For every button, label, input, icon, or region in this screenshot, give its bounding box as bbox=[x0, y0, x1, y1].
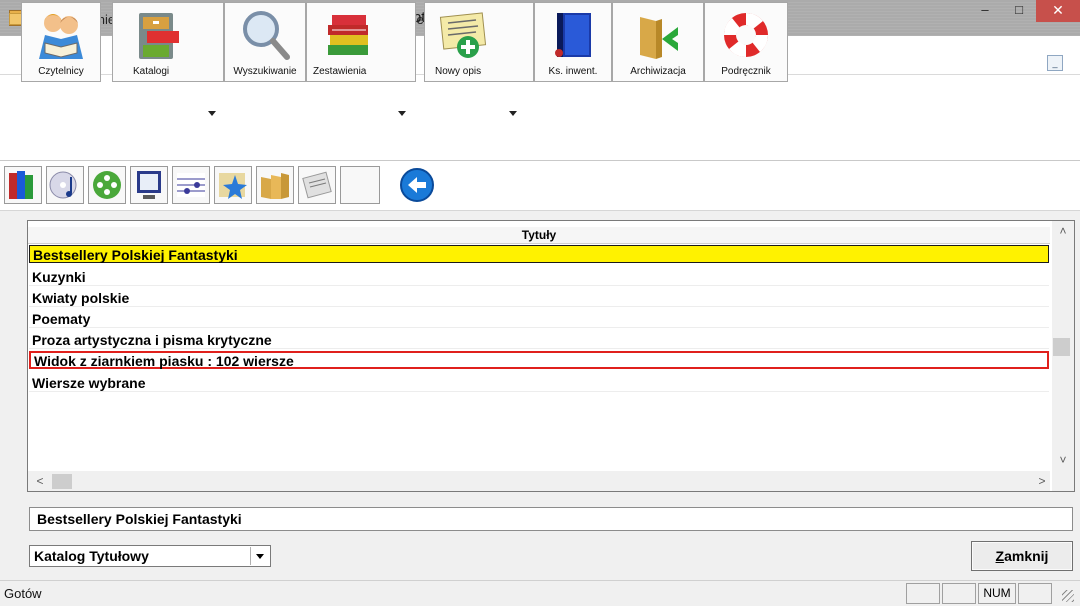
toolbar-button-podrecznik[interactable]: Podręcznik bbox=[704, 2, 788, 82]
list-item[interactable]: Poematy bbox=[29, 310, 1049, 328]
horizontal-scrollbar[interactable] bbox=[28, 471, 1050, 491]
newspaper-icon[interactable] bbox=[298, 166, 336, 204]
toolbar-label: Ks. inwent. bbox=[548, 66, 598, 77]
scroll-left-icon[interactable]: < bbox=[34, 474, 46, 488]
toolbar-label: Nowy opis bbox=[435, 66, 482, 77]
close-window-button[interactable]: ✕ bbox=[1036, 0, 1080, 22]
status-panel bbox=[942, 583, 976, 604]
restore-child-button[interactable]: _ bbox=[1047, 55, 1063, 71]
back-arrow-icon[interactable] bbox=[398, 166, 436, 204]
num-lock-indicator: NUM bbox=[978, 583, 1016, 604]
toolbar-button-czytelnicy[interactable]: Czytelnicy bbox=[21, 2, 101, 82]
readers-icon bbox=[39, 14, 83, 59]
list-item[interactable]: Proza artystyczna i pisma krytyczne bbox=[29, 331, 1049, 349]
books-icon bbox=[328, 15, 369, 55]
status-panel bbox=[1018, 583, 1052, 604]
scroll-down-icon[interactable]: ˅ bbox=[1055, 453, 1071, 467]
scroll-right-icon[interactable]: > bbox=[1036, 474, 1048, 488]
main-toolbar bbox=[0, 75, 1080, 161]
list-item[interactable]: Kwiaty polskie bbox=[29, 289, 1049, 307]
inventory-book-icon bbox=[555, 13, 591, 57]
catalog-icon bbox=[139, 13, 179, 59]
toolbar-label: Katalogi bbox=[133, 66, 170, 77]
vertical-scroll-thumb[interactable] bbox=[1053, 338, 1070, 356]
toolbar-label: Wyszukiwanie bbox=[233, 66, 297, 77]
new-description-icon bbox=[439, 12, 486, 58]
catalog-select[interactable]: Katalog Tytułowy bbox=[29, 545, 271, 567]
blank-tool-icon[interactable] bbox=[340, 166, 380, 204]
toolbar-button-ks-inwent[interactable]: Ks. inwent. bbox=[534, 2, 612, 82]
list-item[interactable]: Kuzynki bbox=[29, 268, 1049, 286]
toolbar-label: Podręcznik bbox=[721, 66, 771, 77]
film-reel-icon[interactable] bbox=[88, 166, 126, 204]
chevron-down-icon[interactable] bbox=[250, 547, 269, 565]
toolbar-label: Archiwizacja bbox=[630, 66, 686, 77]
toolbar-button-nowy-opis[interactable]: Nowy opis bbox=[424, 2, 534, 82]
search-icon bbox=[243, 11, 290, 60]
minimize-button[interactable]: – bbox=[968, 0, 1002, 22]
list-item[interactable]: Widok z ziarnkiem piasku : 102 wiersze bbox=[29, 351, 1049, 369]
zamknij-button[interactable]: Zamknij bbox=[971, 541, 1073, 571]
archive-icon bbox=[640, 17, 678, 59]
toolbar-label: Zestawienia bbox=[313, 66, 367, 77]
computer-document-icon[interactable] bbox=[130, 166, 168, 204]
status-text: Gotów bbox=[4, 586, 42, 601]
cd-music-icon[interactable] bbox=[46, 166, 84, 204]
toolbar-button-wyszukiwanie[interactable]: Wyszukiwanie bbox=[224, 2, 306, 82]
list-item[interactable]: Wiersze wybrane bbox=[29, 374, 1049, 392]
vertical-scrollbar[interactable] bbox=[1052, 221, 1074, 491]
lifebuoy-icon bbox=[724, 12, 768, 58]
toolbar-button-archiwizacja[interactable]: Archiwizacja bbox=[612, 2, 704, 82]
toolbar-button-katalogi[interactable]: Katalogi bbox=[112, 2, 224, 82]
selected-title-field[interactable]: Bestsellery Polskiej Fantastyki bbox=[29, 507, 1073, 531]
scroll-up-icon[interactable]: ˄ bbox=[1055, 224, 1071, 238]
list-item[interactable]: Bestsellery Polskiej Fantastyki bbox=[29, 245, 1049, 263]
status-panel bbox=[906, 583, 940, 604]
sheet-music-icon[interactable] bbox=[172, 166, 210, 204]
katalogi-dropdown-arrow[interactable] bbox=[208, 111, 216, 116]
nowy-opis-dropdown-arrow[interactable] bbox=[509, 111, 517, 116]
books-small-icon[interactable] bbox=[4, 166, 42, 204]
column-header-tytuly[interactable]: Tytuły bbox=[28, 227, 1050, 244]
zestawienia-dropdown-arrow[interactable] bbox=[398, 111, 406, 116]
horizontal-scroll-thumb[interactable] bbox=[52, 474, 72, 489]
maximize-button[interactable]: □ bbox=[1002, 0, 1036, 22]
toolbar-button-zestawienia[interactable]: Zestawienia bbox=[306, 2, 416, 82]
resize-grip-icon[interactable] bbox=[1062, 590, 1074, 602]
map-star-icon[interactable] bbox=[214, 166, 252, 204]
toolbar-label: Czytelnicy bbox=[38, 66, 84, 77]
folders-icon[interactable] bbox=[256, 166, 294, 204]
